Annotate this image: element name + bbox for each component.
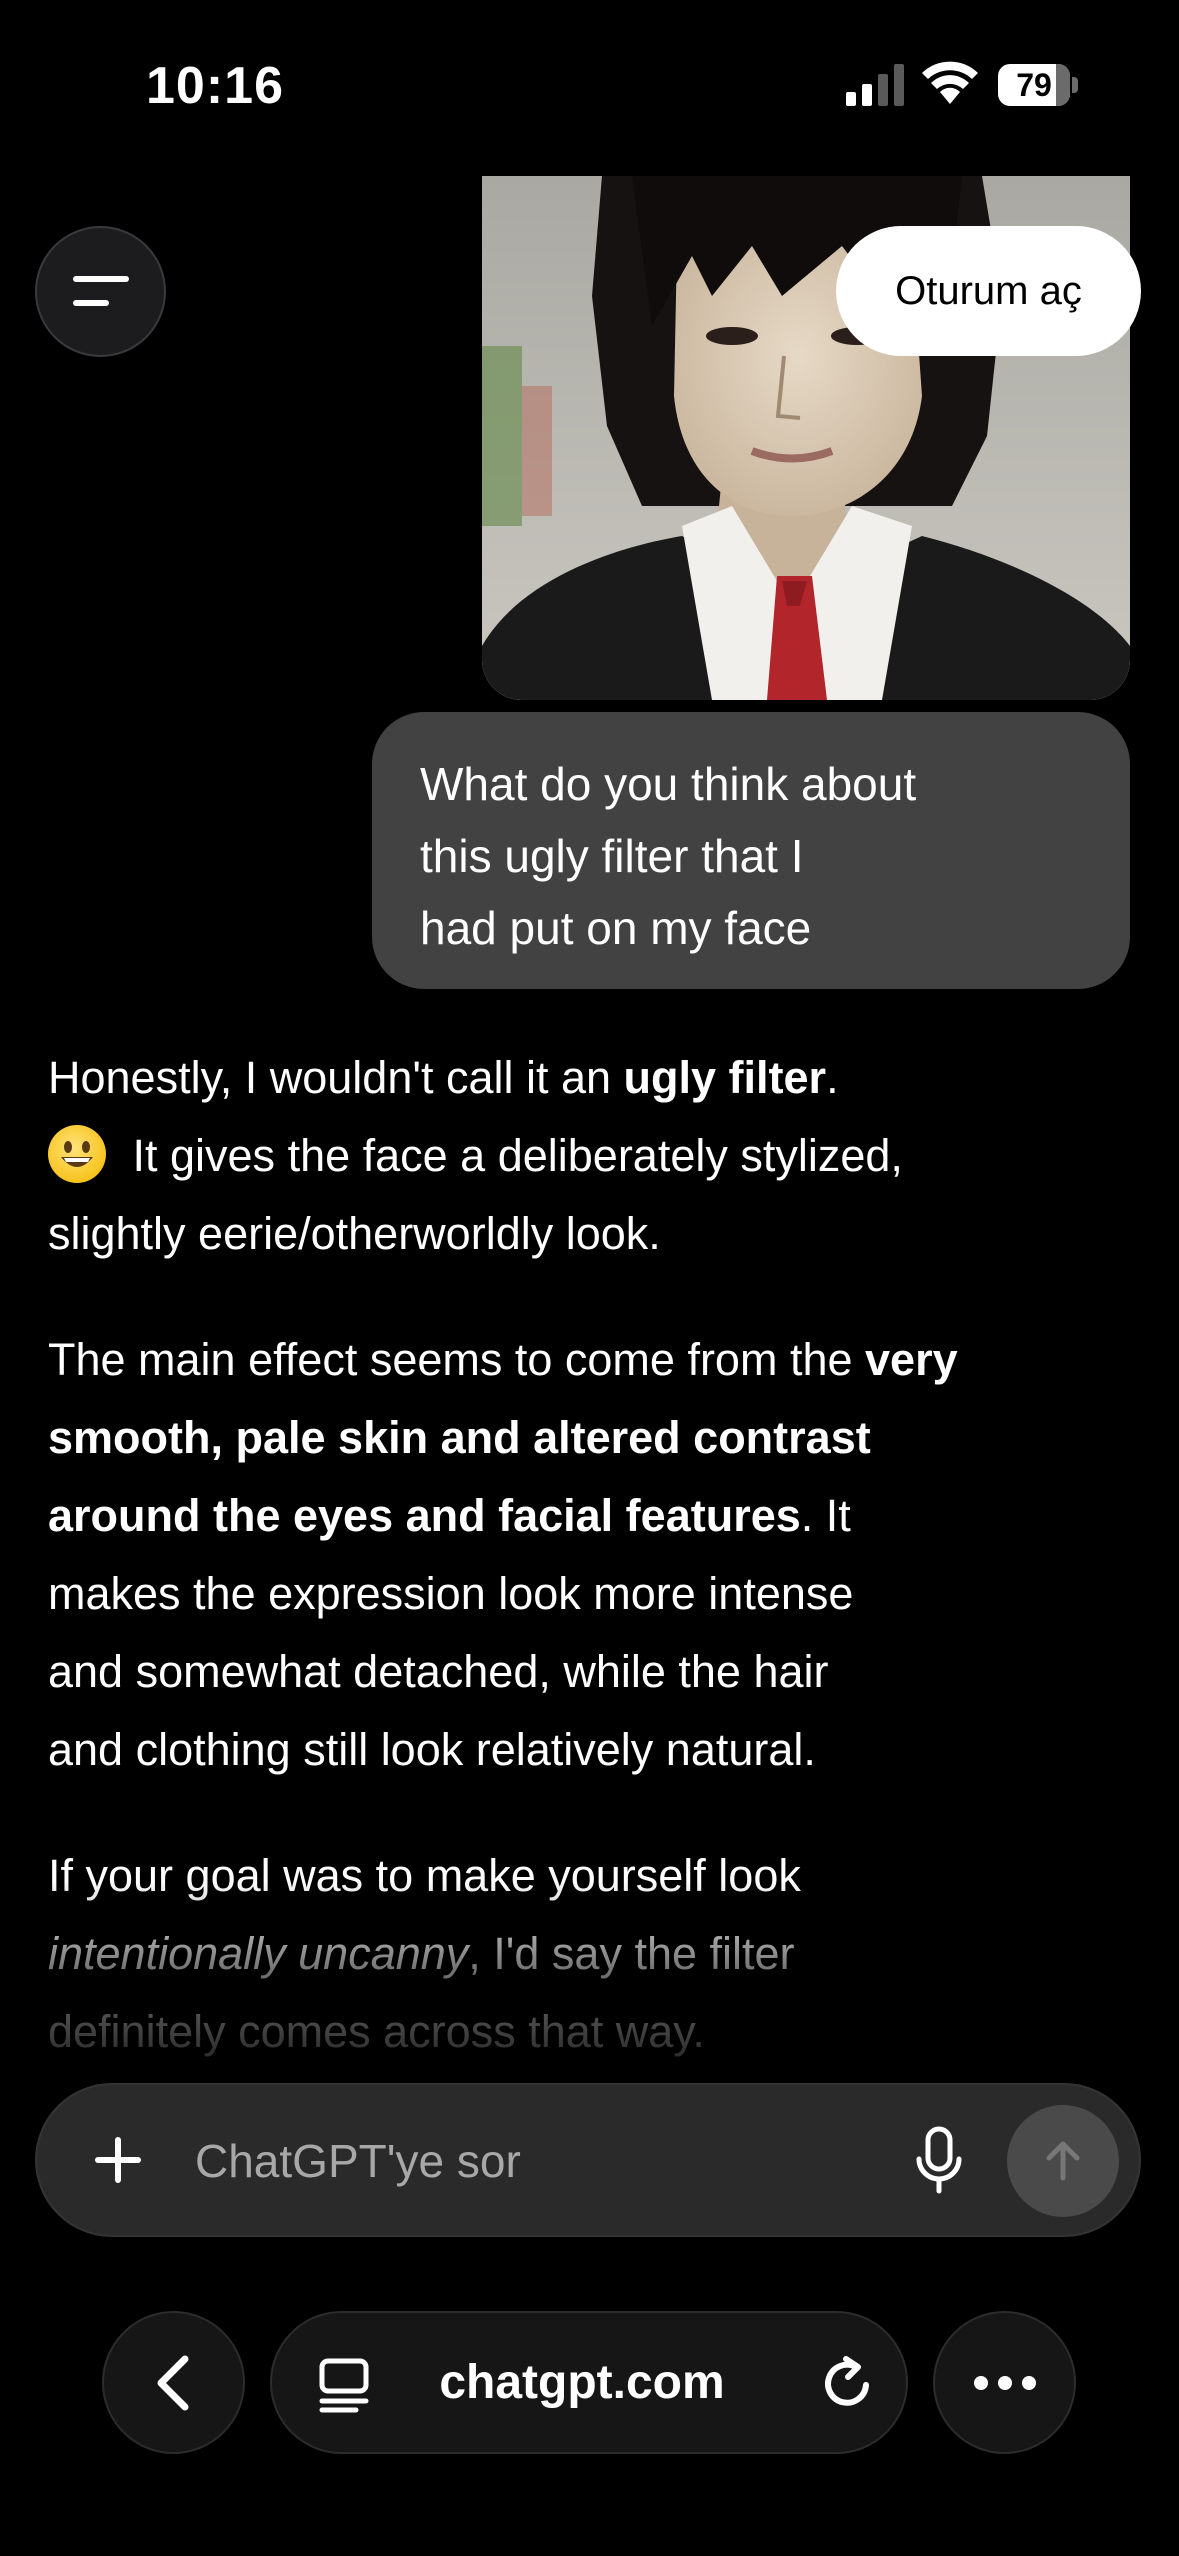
- text-run: and somewhat detached, while the hair: [48, 1646, 829, 1697]
- user-message-line: What do you think about: [420, 758, 917, 810]
- user-message-bubble: What do you think about this ugly filter…: [372, 712, 1130, 989]
- text-run: makes the expression look more intense: [48, 1568, 854, 1619]
- text-run: slightly eerie/otherworldly look.: [48, 1208, 661, 1259]
- plus-icon[interactable]: [85, 2127, 151, 2193]
- reader-mode-icon[interactable]: [316, 2357, 372, 2413]
- grinning-face-emoji: [48, 1125, 106, 1183]
- bold-text: very: [865, 1334, 958, 1385]
- more-button[interactable]: [933, 2311, 1076, 2454]
- user-message-line: had put on my face: [420, 902, 812, 954]
- login-button[interactable]: Oturum aç: [836, 226, 1141, 356]
- cellular-signal-icon: [846, 64, 904, 106]
- bold-text: around the eyes and facial features: [48, 1490, 801, 1541]
- microphone-icon[interactable]: [909, 2121, 969, 2201]
- battery-icon: 79: [998, 64, 1078, 106]
- screen: 10:16 79 Oturum aç What do you think abo…: [0, 0, 1179, 2556]
- reload-icon[interactable]: [818, 2353, 878, 2413]
- text-run: The main effect seems to come from the: [48, 1334, 866, 1385]
- bold-text: ugly filter: [623, 1052, 827, 1103]
- battery-level: 79: [1016, 67, 1052, 103]
- composer: [35, 2083, 1141, 2237]
- menu-icon: [72, 275, 129, 306]
- text-run: , I'd say the filter: [468, 1928, 795, 1979]
- response-paragraph: Honestly, I wouldn't call it an ugly fil…: [48, 1039, 1148, 1273]
- text-run: If your goal was to make yourself look: [48, 1850, 801, 1901]
- back-button[interactable]: [102, 2311, 245, 2454]
- assistant-response: Honestly, I wouldn't call it an ugly fil…: [48, 1039, 1148, 2119]
- text-run: and clothing still look relatively natur…: [48, 1724, 816, 1775]
- italic-text: intentionally uncanny: [48, 1928, 469, 1979]
- response-paragraph: If your goal was to make yourself look i…: [48, 1837, 1148, 2071]
- arrow-up-icon: [1046, 2141, 1080, 2181]
- text-run: Honestly, I wouldn't call it an: [48, 1052, 624, 1103]
- send-button[interactable]: [1007, 2105, 1119, 2217]
- status-bar: 10:16 79: [0, 0, 1179, 175]
- wifi-icon: [922, 61, 978, 104]
- text-run: It gives the face a deliberately stylize…: [120, 1130, 903, 1181]
- text-run: .: [826, 1052, 839, 1103]
- text-run: . It: [800, 1490, 851, 1541]
- url-text[interactable]: chatgpt.com: [392, 2313, 772, 2456]
- text-run: definitely comes across that way.: [48, 2006, 705, 2057]
- url-bar[interactable]: chatgpt.com: [270, 2311, 908, 2454]
- bold-text: smooth, pale skin and altered contrast: [48, 1412, 871, 1463]
- status-time: 10:16: [146, 57, 284, 115]
- user-message-line: this ugly filter that I: [420, 830, 804, 882]
- chevron-left-icon: [157, 2355, 188, 2410]
- ellipsis-icon: [973, 2375, 1036, 2390]
- response-paragraph: The main effect seems to come from the v…: [48, 1321, 1148, 1789]
- message-input[interactable]: [195, 2125, 895, 2197]
- menu-button[interactable]: [35, 226, 166, 357]
